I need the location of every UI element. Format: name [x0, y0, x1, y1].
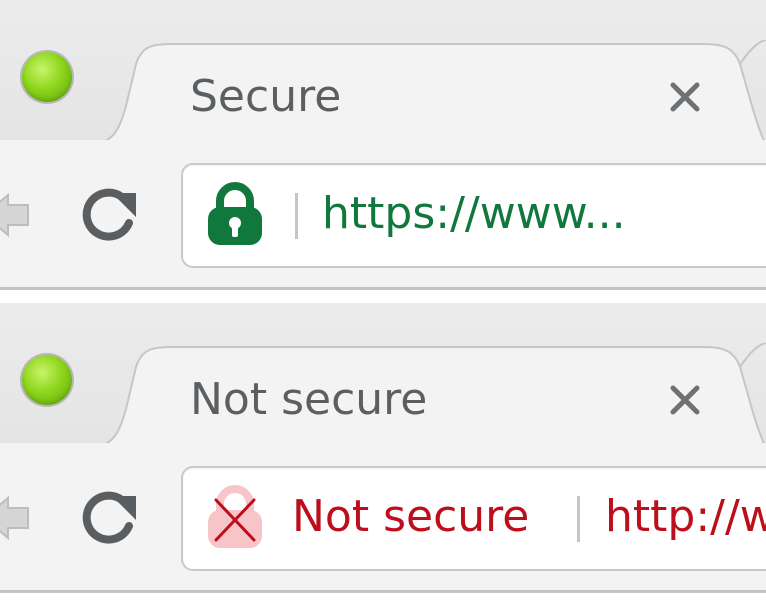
- address-separator: [577, 496, 580, 542]
- address-separator: [295, 193, 298, 239]
- security-status-label[interactable]: Not secure: [292, 489, 529, 545]
- reload-icon[interactable]: [78, 486, 140, 548]
- close-icon[interactable]: [668, 80, 702, 114]
- tab-outline: [0, 40, 766, 150]
- lock-icon[interactable]: [206, 181, 264, 247]
- window-border: [0, 287, 766, 290]
- window-control-button[interactable]: [22, 52, 72, 102]
- window-border: [0, 590, 766, 593]
- secure-browser-window: Secure https://www...: [0, 0, 766, 290]
- tab-title[interactable]: Not secure: [190, 375, 427, 425]
- back-arrow-icon[interactable]: [0, 185, 30, 245]
- insecure-browser-window: Not secure Not secure http://w: [0, 303, 766, 593]
- close-icon[interactable]: [668, 383, 702, 417]
- url-text[interactable]: https://www...: [322, 186, 626, 242]
- tab-title[interactable]: Secure: [190, 72, 341, 122]
- back-arrow-icon[interactable]: [0, 488, 30, 548]
- url-text[interactable]: http://w: [605, 489, 766, 545]
- reload-icon[interactable]: [78, 183, 140, 245]
- window-control-button[interactable]: [22, 355, 72, 405]
- broken-lock-icon[interactable]: [206, 484, 264, 550]
